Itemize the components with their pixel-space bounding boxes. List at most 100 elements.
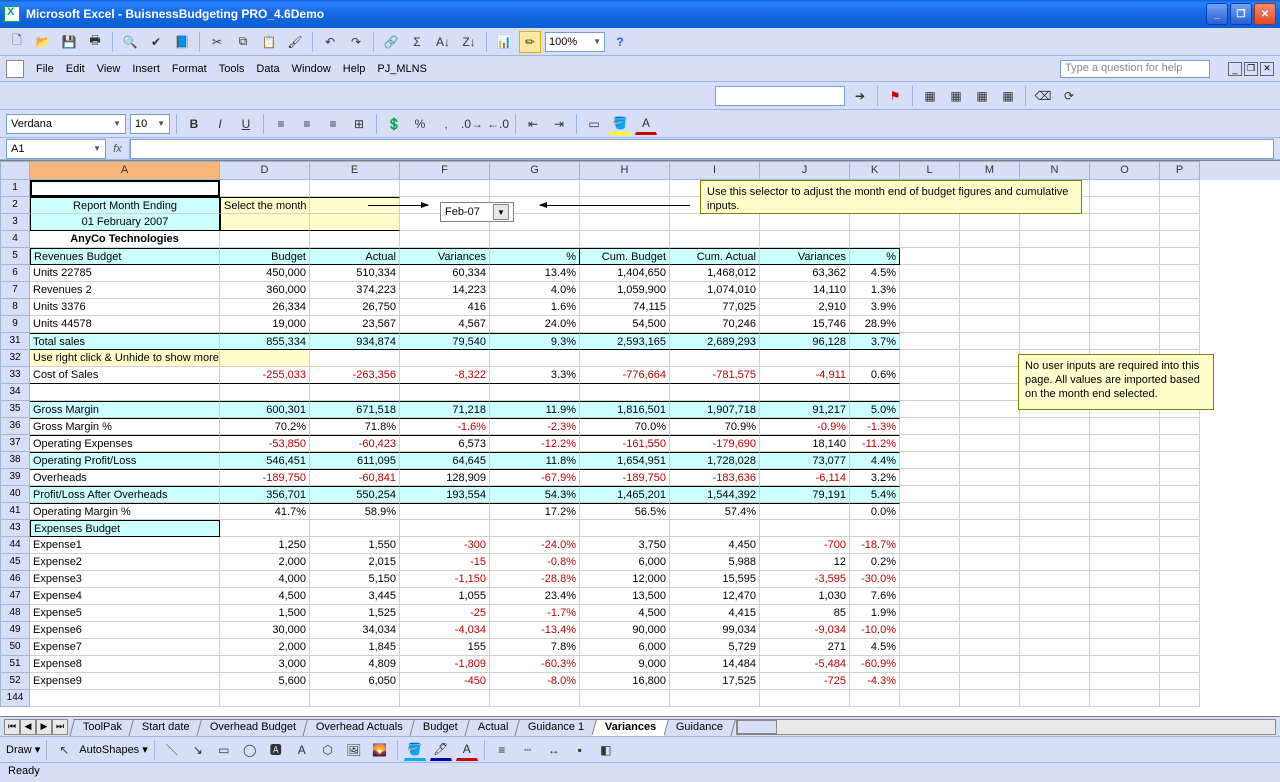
decrease-indent-icon[interactable]: ⇤ bbox=[522, 113, 544, 135]
cell-value[interactable]: 54.3% bbox=[490, 486, 580, 503]
col-header-O[interactable]: O bbox=[1090, 161, 1160, 180]
cell[interactable] bbox=[900, 214, 960, 231]
row-header[interactable]: 2 bbox=[0, 197, 30, 214]
cell-value[interactable]: 14,223 bbox=[400, 282, 490, 299]
cell[interactable] bbox=[220, 520, 310, 537]
rectangle-icon[interactable]: ▭ bbox=[213, 739, 235, 761]
cell-value[interactable]: -4,911 bbox=[760, 367, 850, 384]
cell[interactable] bbox=[670, 231, 760, 248]
cell-value[interactable]: 1.6% bbox=[490, 299, 580, 316]
cell[interactable] bbox=[900, 673, 960, 690]
cell[interactable] bbox=[960, 690, 1020, 707]
cell[interactable] bbox=[900, 690, 960, 707]
sheet-tab-start-date[interactable]: Start date bbox=[129, 719, 203, 736]
grid3-icon[interactable]: ▦ bbox=[971, 85, 993, 107]
cell[interactable] bbox=[310, 350, 400, 367]
cell[interactable]: Budget bbox=[220, 248, 310, 265]
cell-value[interactable]: 2,015 bbox=[310, 554, 400, 571]
cell-value[interactable]: 3.3% bbox=[490, 367, 580, 384]
cell[interactable] bbox=[30, 690, 220, 707]
tab-next-button[interactable]: ▶ bbox=[36, 719, 52, 735]
cell[interactable] bbox=[490, 690, 580, 707]
cell-value[interactable]: -11.2% bbox=[850, 435, 900, 452]
cell[interactable] bbox=[850, 520, 900, 537]
cell-value[interactable]: 1,654,951 bbox=[580, 452, 670, 469]
cell-value[interactable]: 4,500 bbox=[220, 588, 310, 605]
cell-value[interactable]: -161,550 bbox=[580, 435, 670, 452]
col-header-D[interactable]: D bbox=[220, 161, 310, 180]
cell[interactable] bbox=[1090, 299, 1160, 316]
row-label[interactable]: Gross Margin bbox=[30, 401, 220, 418]
cell[interactable] bbox=[1090, 316, 1160, 333]
cell-value[interactable]: 6,000 bbox=[580, 639, 670, 656]
row-header[interactable]: 6 bbox=[0, 265, 30, 282]
menu-data[interactable]: Data bbox=[250, 61, 285, 77]
cell-value[interactable]: 13.4% bbox=[490, 265, 580, 282]
row-header[interactable]: 37 bbox=[0, 435, 30, 452]
cell-value[interactable]: 1,845 bbox=[310, 639, 400, 656]
cell[interactable] bbox=[580, 520, 670, 537]
row-label[interactable]: Units 22785 bbox=[30, 265, 220, 282]
borders-icon[interactable]: ▭ bbox=[583, 113, 605, 135]
cell-value[interactable]: 7.8% bbox=[490, 639, 580, 656]
report-label[interactable]: Report Month Ending bbox=[30, 197, 220, 214]
font-color-icon[interactable]: A bbox=[635, 113, 657, 135]
cell-value[interactable]: 0.2% bbox=[850, 554, 900, 571]
row-label[interactable]: Operating Profit/Loss bbox=[30, 452, 220, 469]
cell[interactable] bbox=[760, 384, 850, 401]
cell-value[interactable]: 1,250 bbox=[220, 537, 310, 554]
cell[interactable] bbox=[670, 350, 760, 367]
cell[interactable]: % bbox=[490, 248, 580, 265]
cell-value[interactable]: 2,000 bbox=[220, 639, 310, 656]
cell[interactable] bbox=[1090, 605, 1160, 622]
cell[interactable] bbox=[960, 639, 1020, 656]
row-label[interactable]: Expense3 bbox=[30, 571, 220, 588]
cell-value[interactable]: 6,000 bbox=[580, 554, 670, 571]
cell-value[interactable]: 77,025 bbox=[670, 299, 760, 316]
close-button[interactable]: ✕ bbox=[1254, 3, 1276, 25]
cell[interactable] bbox=[900, 520, 960, 537]
cell[interactable] bbox=[400, 231, 490, 248]
cell[interactable] bbox=[1020, 503, 1090, 520]
fill-color-icon[interactable]: 🪣 bbox=[609, 113, 631, 135]
cell-value[interactable]: 1,030 bbox=[760, 588, 850, 605]
col-header-J[interactable]: J bbox=[760, 161, 850, 180]
cell[interactable] bbox=[1160, 214, 1200, 231]
cell-value[interactable]: 71.8% bbox=[310, 418, 400, 435]
cell-value[interactable]: 24.0% bbox=[490, 316, 580, 333]
cell[interactable] bbox=[1020, 282, 1090, 299]
cell[interactable] bbox=[1020, 656, 1090, 673]
tab-first-button[interactable]: ⏮ bbox=[4, 719, 20, 735]
cell[interactable] bbox=[1020, 537, 1090, 554]
cell-value[interactable]: 3.2% bbox=[850, 469, 900, 486]
row-label[interactable]: Expense8 bbox=[30, 656, 220, 673]
cell-value[interactable]: 4.5% bbox=[850, 639, 900, 656]
row-label[interactable]: Total sales bbox=[30, 333, 220, 350]
cell[interactable] bbox=[1020, 231, 1090, 248]
cell-value[interactable]: 5.0% bbox=[850, 401, 900, 418]
print-icon[interactable]: 🖶 bbox=[84, 31, 106, 53]
cell[interactable] bbox=[580, 214, 670, 231]
row-header[interactable]: 41 bbox=[0, 503, 30, 520]
underline-icon[interactable]: U bbox=[235, 113, 257, 135]
cell-value[interactable]: 2,593,165 bbox=[580, 333, 670, 350]
cell[interactable] bbox=[1090, 333, 1160, 350]
cell-value[interactable]: 3,750 bbox=[580, 537, 670, 554]
cell[interactable] bbox=[310, 231, 400, 248]
unhide-hint[interactable]: Use right click & Unhide to show more ro… bbox=[30, 350, 220, 367]
row-header[interactable]: 47 bbox=[0, 588, 30, 605]
cell-value[interactable]: 99,034 bbox=[670, 622, 760, 639]
cell-value[interactable]: 17.2% bbox=[490, 503, 580, 520]
cell-value[interactable]: 70.0% bbox=[580, 418, 670, 435]
cell-value[interactable]: -9,034 bbox=[760, 622, 850, 639]
cell-value[interactable]: -8.0% bbox=[490, 673, 580, 690]
cell[interactable] bbox=[1090, 571, 1160, 588]
cell-value[interactable]: -30.0% bbox=[850, 571, 900, 588]
cell-value[interactable]: 1,728,028 bbox=[670, 452, 760, 469]
cell[interactable] bbox=[220, 180, 310, 197]
cell[interactable] bbox=[760, 690, 850, 707]
row-header[interactable]: 5 bbox=[0, 248, 30, 265]
cell[interactable] bbox=[490, 180, 580, 197]
cell[interactable] bbox=[1160, 588, 1200, 605]
cell[interactable] bbox=[960, 469, 1020, 486]
